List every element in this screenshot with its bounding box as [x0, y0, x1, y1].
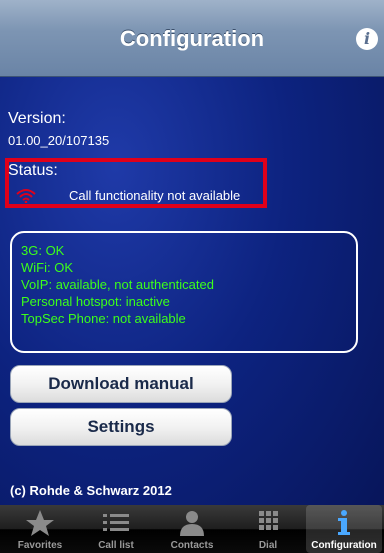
settings-button[interactable]: Settings [10, 408, 232, 446]
tab-label: Configuration [311, 540, 377, 551]
version-label: Version: [8, 110, 66, 127]
tab-favorites[interactable]: Favorites [2, 505, 78, 553]
tab-configuration[interactable]: Configuration [306, 505, 382, 553]
page-title: Configuration [119, 26, 265, 51]
tab-label: Dial [258, 540, 278, 551]
copyright-text: (c) Rohde & Schwarz 2012 [10, 483, 172, 498]
info-topsec: TopSec Phone: not available [21, 311, 186, 326]
list-icon [103, 514, 129, 531]
tab-label: Contacts [170, 540, 214, 551]
tab-label: Favorites [17, 540, 63, 551]
person-icon [180, 511, 204, 536]
info-voip: VoIP: available, not authenticated [21, 277, 214, 292]
tab-call-list[interactable]: Call list [78, 505, 154, 553]
connectivity-panel: 3G: OK WiFi: OK VoIP: available, not aut… [10, 231, 358, 353]
download-manual-button[interactable]: Download manual [10, 365, 232, 403]
info-3g: 3G: OK [21, 243, 65, 258]
screen: Configuration i Version: 01.00_20/107135… [0, 0, 384, 553]
status-text: Call functionality not available [69, 188, 241, 203]
nav-bar: Configuration i [0, 0, 384, 77]
keypad-icon [259, 511, 278, 530]
info-icon[interactable]: i [356, 28, 378, 50]
info-icon [338, 510, 350, 535]
version-value: 01.00_20/107135 [8, 133, 110, 148]
tab-contacts[interactable]: Contacts [154, 505, 230, 553]
status-label: Status: [8, 162, 58, 179]
wifi-off-icon [16, 189, 36, 203]
tab-label: Call list [98, 540, 134, 551]
tab-bar: Favorites Call list Contacts Dial Config… [0, 505, 384, 553]
info-hotspot: Personal hotspot: inactive [21, 294, 170, 309]
info-wifi: WiFi: OK [21, 260, 73, 275]
tab-dial[interactable]: Dial [230, 505, 306, 553]
star-icon [26, 510, 54, 536]
